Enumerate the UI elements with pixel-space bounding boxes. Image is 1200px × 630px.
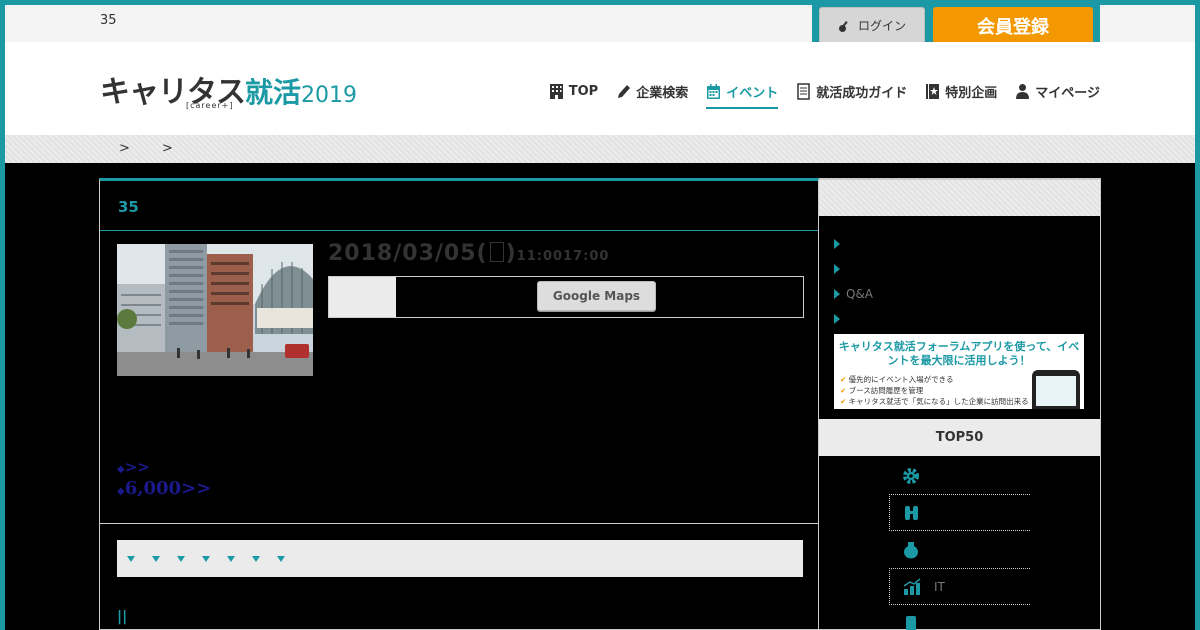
- tab-bar: [117, 540, 803, 577]
- star-book-icon: [926, 84, 940, 99]
- count-text: 35: [100, 13, 117, 28]
- phone-icon: [906, 615, 916, 630]
- category-list: IT: [889, 457, 1030, 630]
- user-icon: [1016, 84, 1030, 99]
- top50-header: TOP50: [819, 419, 1100, 456]
- arrow-right-icon: [834, 288, 840, 299]
- banner-bullet: キャリタス就活で「気になる」した企業に訪問出来る: [840, 396, 1029, 407]
- nav-mypage[interactable]: マイページ: [1015, 82, 1100, 109]
- arrow-right-icon: [834, 313, 840, 324]
- sidebar-header: [819, 179, 1100, 216]
- sidebar-links: Q&A: [834, 231, 873, 331]
- logo-kanji: 就活: [245, 76, 302, 109]
- tab-arrow-icon[interactable]: [277, 555, 285, 562]
- diamond-icon: ◆: [117, 464, 125, 475]
- register-button[interactable]: 会員登録: [933, 7, 1093, 44]
- tab-arrow-icon[interactable]: [202, 555, 210, 562]
- venue-row: Google Maps: [328, 276, 804, 318]
- nav-event[interactable]: イベント: [706, 82, 779, 109]
- event-link-1-text: >>: [124, 458, 150, 476]
- breadcrumb: > >: [5, 135, 1195, 163]
- calendar-icon: [707, 84, 721, 99]
- title-divider: [100, 230, 818, 231]
- login-button[interactable]: ログイン: [819, 7, 925, 44]
- login-label: ログイン: [857, 19, 906, 33]
- sidebar-link[interactable]: [834, 231, 873, 256]
- site-logo[interactable]: キャリタス就活2019 [career+]: [100, 67, 357, 111]
- document-icon: [797, 83, 810, 100]
- pencil-icon: [618, 85, 631, 98]
- diamond-icon: ◆: [117, 486, 125, 497]
- nav-top[interactable]: TOP: [549, 82, 598, 109]
- category-item[interactable]: IT: [889, 568, 1030, 605]
- event-links: ◆>> ◆6,000>>: [117, 458, 211, 499]
- banner-bullet: 優先的にイベント入場ができる: [840, 374, 954, 385]
- category-item[interactable]: [889, 531, 1030, 568]
- nav-special[interactable]: 特別企画: [925, 82, 997, 109]
- phone-illustration: [1032, 370, 1080, 409]
- logo-year: 2019: [301, 83, 358, 108]
- event-link-2-text: 6,000>>: [124, 478, 212, 499]
- weekday-glyph: [489, 242, 504, 262]
- tab-arrow-icon[interactable]: [252, 555, 260, 562]
- app-banner[interactable]: キャリタス就活フォーラムアプリを使って、イベントを最大限に活用しよう！ 優先的に…: [834, 334, 1084, 409]
- figures-icon: [905, 505, 918, 520]
- venue-label-cell: [329, 277, 396, 317]
- tab-arrow-icon[interactable]: [152, 555, 160, 562]
- gear-icon: [903, 467, 919, 484]
- tab-arrow-icon[interactable]: [177, 555, 185, 562]
- nav-event-label: イベント: [726, 86, 779, 101]
- section-divider: [100, 523, 818, 524]
- event-date-end: ): [505, 241, 517, 266]
- section-marker: ||: [117, 609, 128, 625]
- venue-photo: [117, 244, 313, 376]
- category-item[interactable]: [889, 494, 1030, 531]
- chart-icon: [903, 577, 921, 595]
- banner-title: キャリタス就活フォーラムアプリを使って、イベントを最大限に活用しよう！: [838, 340, 1080, 367]
- event-panel: 35 2018/03/05()11:0017:00 Google Maps ◆>…: [99, 178, 819, 630]
- nav-guide[interactable]: 就活成功ガイド: [796, 82, 907, 109]
- site-header: キャリタス就活2019 [career+] TOP 企業検索 イベント 就活成功…: [5, 42, 1195, 135]
- sidebar-link[interactable]: [834, 256, 873, 281]
- money-bag-icon: [904, 541, 918, 558]
- nav-company-search-label: 企業検索: [636, 86, 689, 101]
- nav-mypage-label: マイページ: [1035, 86, 1100, 101]
- arrow-right-icon: [834, 238, 840, 249]
- event-link-2[interactable]: ◆6,000>>: [117, 478, 211, 499]
- arrow-right-icon: [834, 263, 840, 274]
- tab-arrow-icon[interactable]: [127, 555, 135, 562]
- logo-sub: [career+]: [186, 101, 234, 110]
- sidebar-link[interactable]: [834, 306, 873, 331]
- sidebar-link-label: Q&A: [846, 286, 874, 301]
- nav-top-label: TOP: [568, 84, 599, 99]
- main-nav: TOP 企業検索 イベント 就活成功ガイド 特別企画 マイページ: [549, 82, 1100, 109]
- nav-company-search[interactable]: 企業検索: [616, 82, 688, 109]
- event-title: 35: [118, 198, 139, 216]
- event-link-1[interactable]: ◆>>: [117, 458, 211, 476]
- guitar-icon: [838, 20, 848, 32]
- event-date: 2018/03/05()11:0017:00: [328, 241, 609, 266]
- banner-bullet: ブース訪問履歴を管理: [840, 385, 924, 396]
- sidebar-link-qa[interactable]: Q&A: [834, 281, 873, 306]
- breadcrumb-text: > >: [119, 141, 187, 156]
- event-date-text: 2018/03/05(: [328, 241, 488, 266]
- nav-special-label: 特別企画: [945, 86, 998, 101]
- category-label: IT: [934, 579, 945, 594]
- google-maps-button[interactable]: Google Maps: [537, 281, 656, 311]
- tab-arrow-icon[interactable]: [227, 555, 235, 562]
- building-icon: [549, 84, 563, 99]
- category-item[interactable]: [889, 605, 1030, 630]
- nav-guide-label: 就活成功ガイド: [816, 86, 908, 101]
- event-time: 11:0017:00: [516, 249, 610, 264]
- category-item[interactable]: [889, 457, 1030, 494]
- sidebar: Q&A キャリタス就活フォーラムアプリを使って、イベントを最大限に活用しよう！ …: [819, 178, 1101, 630]
